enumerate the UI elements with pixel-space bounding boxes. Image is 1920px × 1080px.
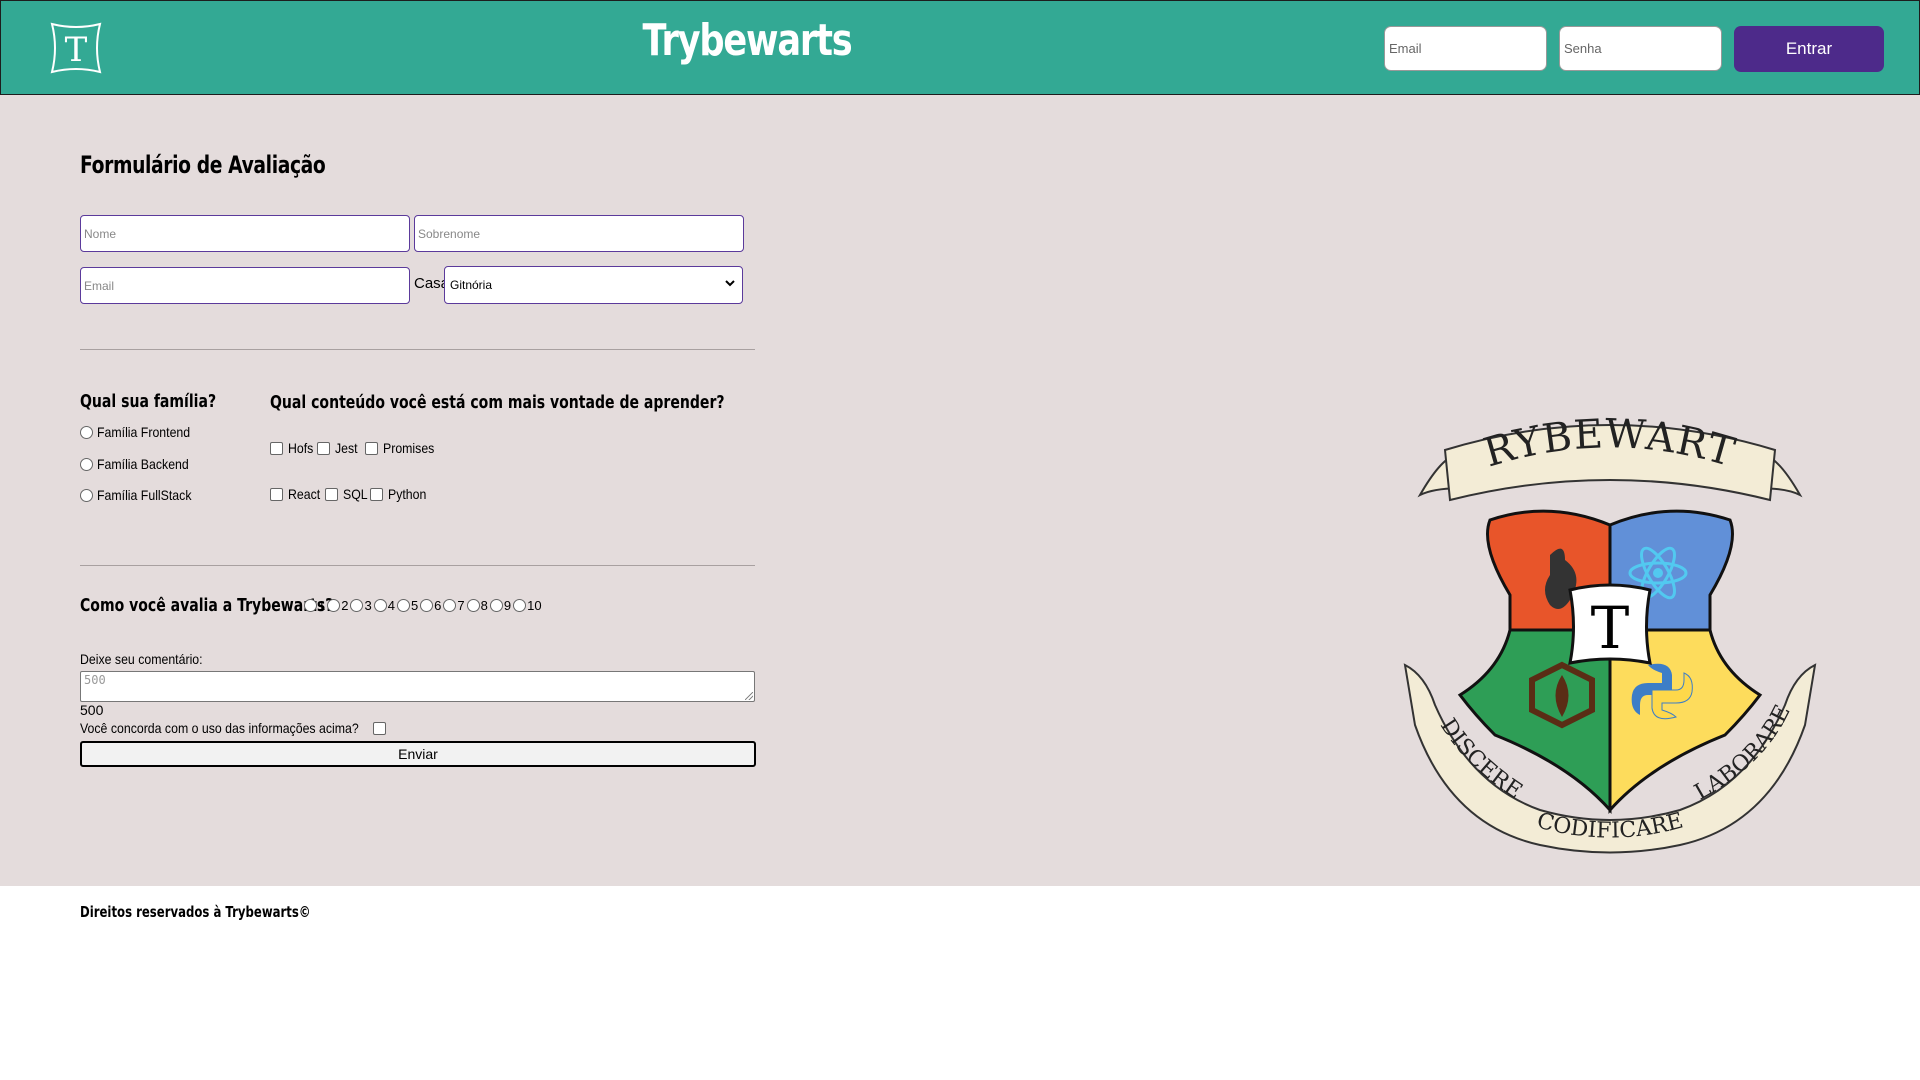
rating-option-10[interactable]: 10 [513,598,543,613]
rating-question: Como você avalia a Trybewarts? [80,595,334,616]
content-question: Qual conteúdo você está com mais vontade… [270,392,725,413]
rating-label: 10 [527,598,542,613]
radio-button[interactable] [80,457,93,471]
option-label: Promises [383,440,435,456]
radio-button[interactable] [443,599,457,612]
form-title: Formulário de Avaliação [80,151,326,179]
rating-options: 1 2 3 4 5 6 7 8 9 10 [304,598,544,613]
rating-option-1[interactable]: 1 [304,598,327,613]
divider [80,565,755,566]
option-label: Python [388,486,427,502]
site-header: T Trybewarts Entrar [0,0,1920,95]
option-label: Família Backend [97,456,189,472]
login-password-input[interactable] [1559,26,1722,71]
agreement-checkbox[interactable] [372,721,386,735]
rating-label: 7 [457,598,465,613]
rating-label: 6 [434,598,442,613]
content-option-sql[interactable]: SQL [325,486,371,502]
checkbox[interactable] [270,441,283,455]
trybewarts-crest-icon: TRYBEWARTS DISCERE CODIFICARE LABORARE T [1400,405,1817,854]
rating-option-2[interactable]: 2 [327,598,350,613]
radio-button[interactable] [466,599,480,612]
lastname-input[interactable] [414,215,744,252]
rating-option-8[interactable]: 8 [466,598,490,613]
option-label: Jest [335,440,358,456]
radio-button[interactable] [373,599,387,612]
brand-title: Trybewarts [642,15,853,66]
rating-option-4[interactable]: 4 [373,598,397,613]
comment-placeholder: 500 [84,673,106,687]
comment-textarea[interactable]: 500 [80,671,755,702]
rating-label: 3 [364,598,372,613]
rating-option-7[interactable]: 7 [443,598,466,613]
family-option-fullstack[interactable]: Família FullStack [80,487,204,503]
checkbox[interactable] [325,487,338,501]
radio-button[interactable] [327,599,341,612]
option-label: SQL [343,486,368,502]
radio-button[interactable] [396,599,410,612]
radio-button[interactable] [420,599,434,612]
rating-option-3[interactable]: 3 [350,598,373,613]
content-option-jest[interactable]: Jest [317,440,361,456]
checkbox[interactable] [370,487,383,501]
char-counter: 500 [80,702,104,718]
family-question: Qual sua família? [80,391,217,412]
rating-label: 1 [318,598,326,613]
submit-button[interactable]: Enviar [80,741,756,767]
agreement-label: Você concorda com o uso das informações … [80,720,359,736]
radio-button[interactable] [350,599,364,612]
content-option-hofs[interactable]: Hofs [270,440,317,456]
radio-button[interactable] [80,488,93,502]
house-select[interactable]: Gitnória [444,266,743,304]
checkbox[interactable] [270,487,283,501]
option-label: Hofs [288,440,314,456]
family-option-backend[interactable]: Família Backend [80,456,201,472]
checkbox[interactable] [365,441,378,455]
logo-letter: T [65,30,88,70]
house-selected-value: Gitnória [450,278,493,292]
rating-option-9[interactable]: 9 [489,598,513,613]
radio-button[interactable] [489,599,503,612]
chevron-down-icon [725,280,735,287]
option-label: Família FullStack [97,487,192,503]
rating-option-6[interactable]: 6 [420,598,443,613]
agreement-option[interactable]: Você concorda com o uso das informações … [80,720,391,736]
crest-center-letter: T [1591,594,1630,662]
email-input[interactable] [80,267,410,304]
footer-copyright: Direitos reservados à Trybewarts© [80,903,311,921]
login-button[interactable]: Entrar [1734,26,1884,72]
rating-label: 9 [503,598,512,613]
rating-option-5[interactable]: 5 [396,598,420,613]
content-option-promises[interactable]: Promises [365,440,441,456]
rating-label: 5 [410,598,419,613]
radio-button[interactable] [80,425,93,439]
name-input[interactable] [80,215,410,252]
rating-label: 2 [341,598,349,613]
content-option-python[interactable]: Python [370,486,432,502]
rating-label: 4 [387,598,395,613]
main-section: Formulário de Avaliação Casa: Gitnória Q… [0,95,1920,886]
divider [80,349,755,350]
checkbox[interactable] [317,441,330,455]
rating-label: 8 [480,598,488,613]
radio-button[interactable] [304,599,317,612]
content-option-react[interactable]: React [270,486,325,502]
family-option-frontend[interactable]: Família Frontend [80,424,203,440]
radio-button[interactable] [513,599,527,612]
resize-grip-icon[interactable] [745,692,753,700]
option-label: React [288,486,321,502]
comment-label: Deixe seu comentário: [80,651,203,667]
option-label: Família Frontend [97,424,191,440]
trybewarts-logo-icon[interactable]: T [46,18,106,78]
login-email-input[interactable] [1384,26,1547,71]
